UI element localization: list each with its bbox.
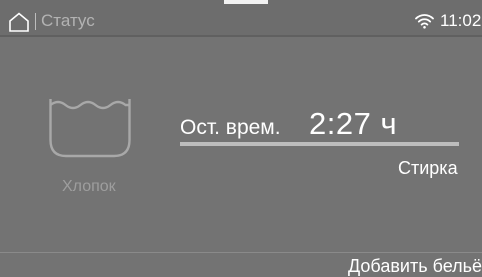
wash-phase: Стирка bbox=[398, 158, 458, 178]
wash-tub-icon bbox=[49, 99, 131, 158]
remaining-time-label: Ост. врем. bbox=[180, 116, 281, 139]
progress-bar bbox=[180, 142, 459, 146]
add-laundry-button[interactable]: Добавить бельё bbox=[348, 255, 482, 277]
bottom-divider bbox=[0, 252, 482, 253]
appliance-screen: Статус 11:02 Хлопок Ост. врем. 2:27 ч Ст… bbox=[0, 0, 482, 277]
program-name: Хлопок bbox=[62, 178, 116, 195]
home-icon[interactable] bbox=[8, 12, 30, 32]
status-divider bbox=[0, 35, 482, 37]
pull-down-tab[interactable] bbox=[224, 0, 268, 4]
clock: 11:02 bbox=[440, 11, 482, 30]
progress-bar-fill bbox=[180, 142, 459, 146]
status-separator bbox=[35, 13, 36, 30]
status-bar: Статус 11:02 bbox=[0, 0, 482, 35]
status-title: Статус bbox=[41, 11, 95, 30]
remaining-time-value: 2:27 ч bbox=[309, 106, 398, 141]
wifi-icon bbox=[415, 14, 434, 29]
